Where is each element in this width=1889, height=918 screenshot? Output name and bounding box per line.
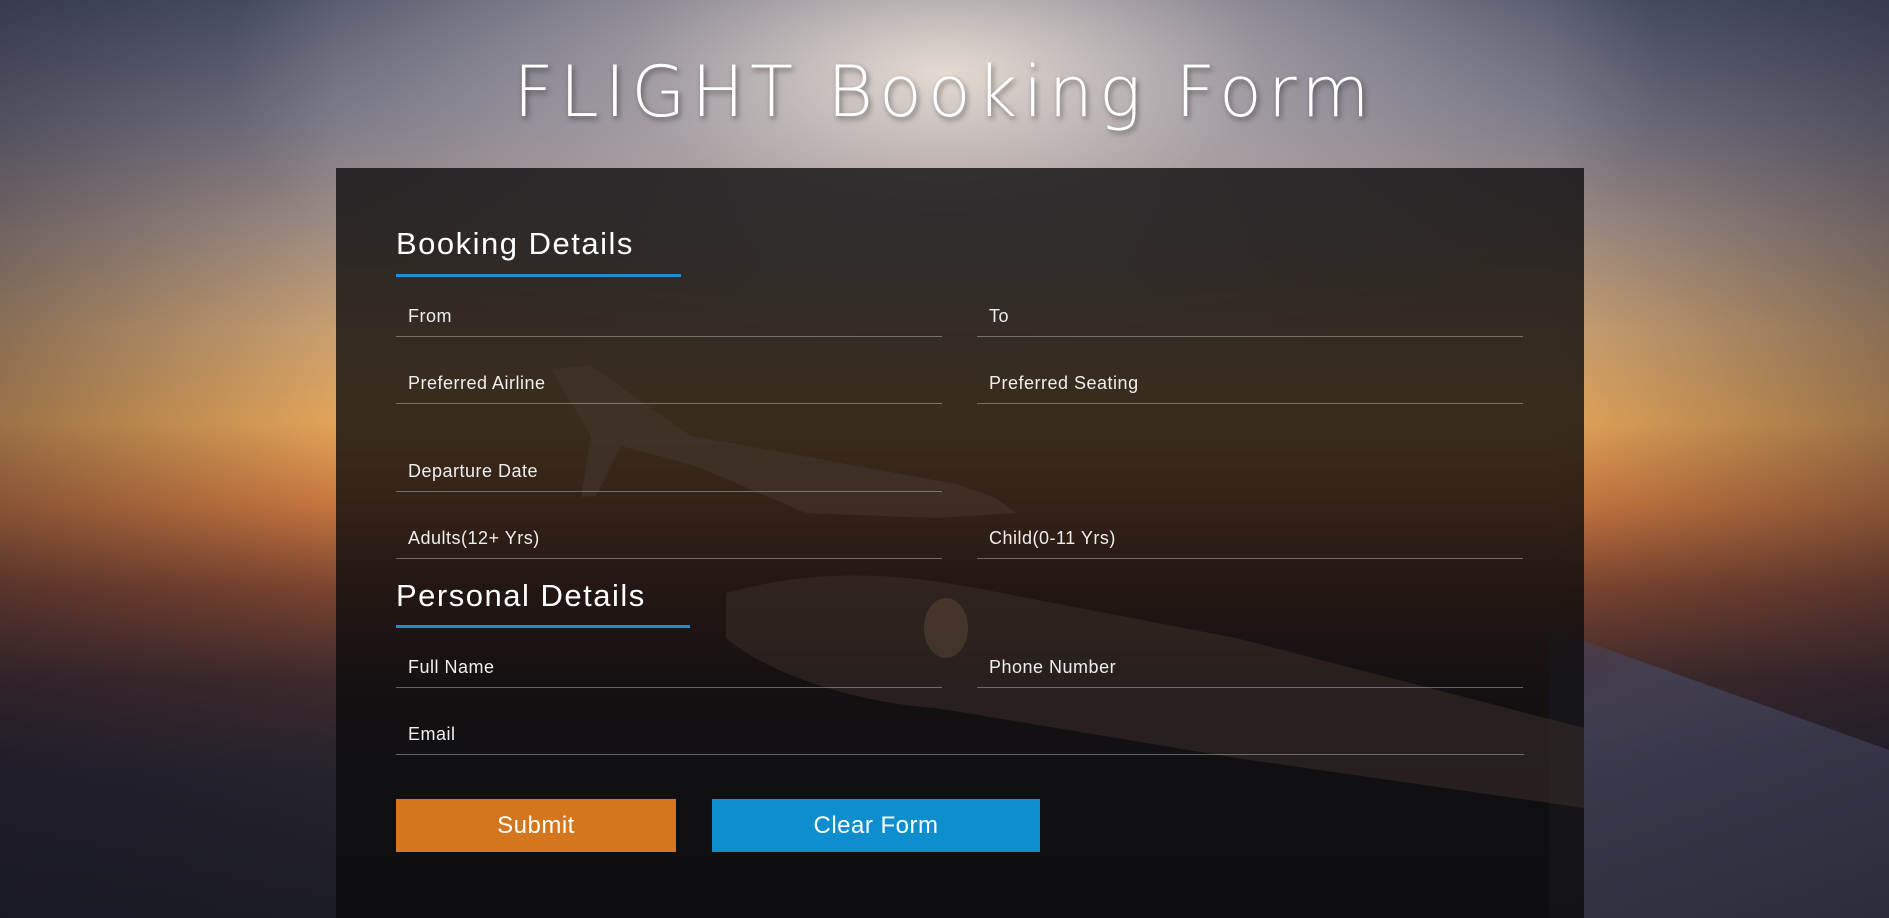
personal-details-heading: Personal Details	[396, 578, 646, 613]
personal-details-underline	[396, 625, 690, 628]
full-name-input[interactable]	[396, 647, 942, 687]
page-title: FLIGHT Booking Form	[513, 51, 1376, 133]
phone-number-field	[977, 647, 1523, 688]
full-name-field	[396, 647, 942, 688]
booking-details-underline	[396, 274, 681, 277]
preferred-seating-field	[977, 363, 1523, 404]
from-input[interactable]	[396, 296, 942, 336]
submit-button[interactable]: Submit	[396, 799, 676, 852]
booking-details-heading: Booking Details	[396, 226, 634, 261]
preferred-airline-field	[396, 363, 942, 404]
email-field	[396, 714, 1524, 755]
child-input[interactable]	[977, 518, 1523, 558]
departure-date-field	[396, 451, 942, 492]
preferred-seating-input[interactable]	[977, 363, 1523, 403]
preferred-airline-input[interactable]	[396, 363, 942, 403]
from-field	[396, 296, 942, 337]
to-input[interactable]	[977, 296, 1523, 336]
phone-number-input[interactable]	[977, 647, 1523, 687]
background-vignette-left	[0, 0, 340, 918]
booking-form-panel: Booking Details Personal Details Submit …	[336, 168, 1584, 918]
child-field	[977, 518, 1523, 559]
clear-form-button[interactable]: Clear Form	[712, 799, 1040, 852]
departure-date-input[interactable]	[396, 451, 942, 491]
airplane-wing-shape	[726, 575, 1584, 808]
adults-field	[396, 518, 942, 559]
to-field	[977, 296, 1523, 337]
adults-input[interactable]	[396, 518, 942, 558]
email-input[interactable]	[396, 714, 1524, 754]
